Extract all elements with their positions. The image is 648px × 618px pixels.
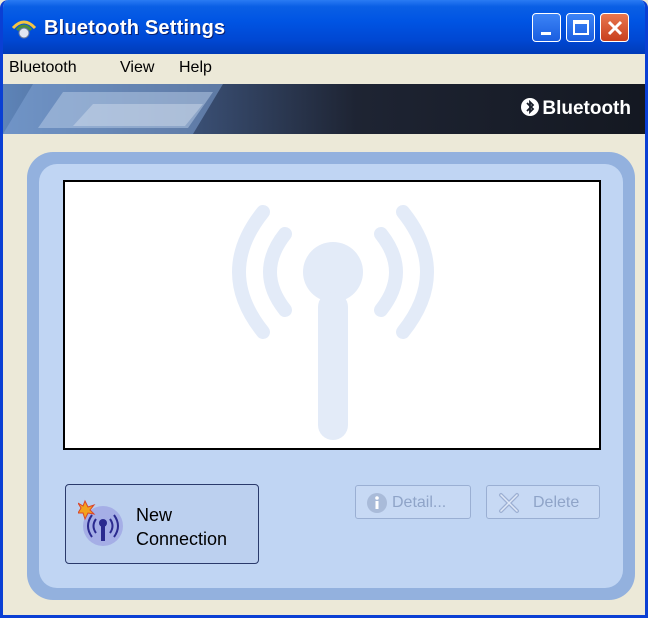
- antenna-watermark-icon: [232, 205, 434, 440]
- bluetooth-app-icon: [10, 18, 38, 40]
- bluetooth-brand: Bluetooth: [521, 98, 631, 120]
- delete-x-icon: [499, 493, 519, 513]
- detail-button[interactable]: Detail...: [355, 485, 471, 519]
- header-banner: Bluetooth: [3, 84, 645, 134]
- maximize-icon: [573, 20, 589, 35]
- bluetooth-settings-window: Bluetooth Settings Bluetooth View Help B…: [0, 0, 648, 618]
- menu-bar: Bluetooth View Help: [3, 54, 645, 84]
- menu-help[interactable]: Help: [179, 59, 212, 77]
- new-connection-button[interactable]: New Connection: [65, 484, 259, 564]
- menu-bluetooth[interactable]: Bluetooth: [9, 59, 77, 77]
- laptop-graphic: [3, 84, 223, 134]
- menu-view[interactable]: View: [120, 59, 154, 77]
- close-icon: [607, 20, 623, 36]
- bluetooth-logo-icon: [521, 98, 540, 116]
- new-connection-label-line1: New: [136, 505, 173, 525]
- connections-list[interactable]: [63, 180, 601, 450]
- window-title: Bluetooth Settings: [44, 17, 226, 39]
- info-icon: [367, 493, 387, 513]
- close-button[interactable]: [600, 13, 629, 42]
- title-bar[interactable]: Bluetooth Settings: [3, 0, 645, 54]
- delete-label: Delete: [533, 494, 580, 511]
- new-connection-label: New Connection: [136, 503, 227, 551]
- delete-button[interactable]: Delete: [486, 485, 600, 519]
- minimize-button[interactable]: [532, 13, 561, 42]
- minimize-icon: [541, 32, 551, 35]
- bluetooth-brand-text: Bluetooth: [542, 98, 631, 119]
- new-connection-icon: [78, 499, 123, 546]
- maximize-button[interactable]: [566, 13, 595, 42]
- detail-label: Detail...: [392, 494, 447, 511]
- new-connection-label-line2: Connection: [136, 529, 228, 549]
